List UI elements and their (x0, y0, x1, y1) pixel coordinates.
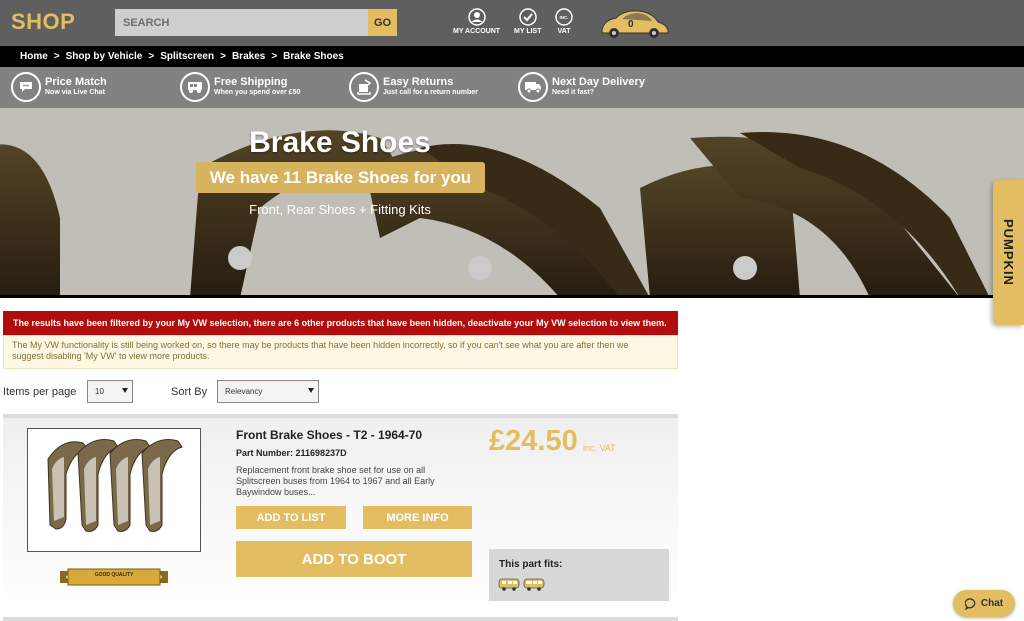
pumpkin-tab-label: PUMPKIN (1001, 219, 1016, 286)
chat-bubble-icon (11, 72, 41, 102)
part-number: Part Number: 211698237D (236, 448, 347, 458)
price-vat-suffix: inc. VAT (583, 443, 616, 453)
page-title: Brake Shoes (249, 126, 431, 159)
breadcrumb-separator: > (53, 51, 60, 62)
usp-easy-returns[interactable]: Easy Returns Just call for a return numb… (349, 72, 478, 102)
add-to-list-button[interactable]: ADD TO LIST (236, 506, 346, 529)
good-quality-badge-text: GOOD QUALITY (94, 572, 134, 578)
breadcrumb-shop-by-vehicle[interactable]: Shop by Vehicle (66, 51, 143, 62)
product-description: Replacement front brake shoe set for use… (236, 465, 435, 497)
chevron-down-icon (122, 388, 128, 393)
breadcrumb-brakes[interactable]: Brakes (232, 51, 265, 62)
items-per-page-select[interactable]: 10 (87, 380, 133, 403)
hero-subtitle: Front, Rear Shoes + Fitting Kits (249, 202, 431, 217)
add-to-boot-button[interactable]: ADD TO BOOT (236, 541, 472, 577)
part-number-label: Part Number: (236, 448, 294, 458)
usp-bar: Price Match Now via Live Chat Free Shipp… (0, 67, 1024, 108)
myvw-filter-alert: The results have been filtered by your M… (3, 311, 678, 335)
delivery-van-icon (518, 72, 548, 102)
usp-free-shipping[interactable]: Free Shipping When you spend over £50 (180, 72, 300, 102)
part-fits-label: This part fits: (499, 559, 563, 570)
shop-logo[interactable]: SHOP (11, 9, 75, 35)
usp-subtitle: Need it fast? (552, 89, 595, 96)
usp-title: Next Day Delivery (552, 76, 645, 88)
items-per-page-label: Items per page (3, 386, 77, 398)
sort-by-select[interactable]: Relevancy (217, 380, 319, 403)
chat-label: Chat (980, 598, 1004, 609)
more-info-button[interactable]: MORE INFO (363, 506, 472, 529)
sort-by-label: Sort By (171, 386, 208, 398)
part-number-value: 211698237D (295, 448, 347, 458)
boot-count: 0 (628, 19, 634, 30)
splitscreen-bus-icon[interactable] (498, 577, 520, 591)
top-header: SHOP GO MY ACCOUNT MY LIST INC. VAT 0 (0, 0, 1024, 46)
baywindow-bus-icon[interactable] (523, 577, 545, 591)
user-icon (467, 8, 486, 26)
my-list-label: MY LIST (514, 28, 542, 35)
usp-subtitle: Just call for a return number (383, 89, 478, 96)
product-price: £24.50 (489, 425, 578, 457)
breadcrumb: Home > Shop by Vehicle > Splitscreen > B… (0, 46, 1024, 67)
usp-title: Price Match (45, 76, 107, 88)
breadcrumb-splitscreen[interactable]: Splitscreen (160, 51, 214, 62)
product-title[interactable]: Front Brake Shoes - T2 - 1964-70 (236, 428, 422, 442)
van-icon (180, 72, 210, 102)
vat-icon: INC. (555, 8, 573, 26)
checkmark-icon (518, 8, 537, 26)
pumpkin-side-tab[interactable]: PUMPKIN (993, 180, 1024, 325)
part-fits-box (489, 549, 669, 601)
items-per-page-value: 10 (95, 387, 104, 396)
brake-shoes-product-image (47, 439, 183, 532)
returns-icon (349, 72, 379, 102)
info-line: suggest disabling 'My VW' to view more p… (12, 351, 210, 361)
usp-price-match[interactable]: Price Match Now via Live Chat (11, 72, 107, 102)
breadcrumb-separator: > (220, 51, 226, 62)
live-chat-button[interactable]: Chat (953, 590, 1015, 617)
usp-title: Easy Returns (383, 76, 454, 88)
product-card-divider (3, 617, 678, 621)
chevron-down-icon (308, 388, 314, 393)
breadcrumb-home[interactable]: Home (20, 51, 48, 62)
vat-label: VAT (557, 28, 571, 35)
beetle-basket-icon[interactable] (598, 8, 670, 40)
usp-subtitle: Now via Live Chat (45, 89, 105, 96)
my-account-label: MY ACCOUNT (453, 28, 501, 35)
product-image[interactable] (27, 428, 201, 552)
my-list-link[interactable]: MY LIST (514, 8, 541, 35)
product-count-pill: We have 11 Brake Shoes for you (196, 162, 485, 193)
vat-icon-text: INC. (560, 15, 569, 20)
myvw-info-notice: The My VW functionality is still being w… (3, 335, 678, 369)
chat-icon (964, 597, 976, 610)
search-go-button[interactable]: GO (368, 9, 397, 36)
category-hero-banner: Brake Shoes We have 11 Brake Shoes for y… (0, 108, 1024, 298)
breadcrumb-brake-shoes: Brake Shoes (283, 51, 344, 62)
vat-toggle[interactable]: INC. VAT (555, 8, 573, 35)
breadcrumb-separator: > (271, 51, 278, 62)
usp-subtitle: When you spend over £50 (214, 89, 301, 96)
info-line: The My VW functionality is still being w… (12, 340, 629, 350)
sort-by-value: Relevancy (225, 387, 263, 396)
search-input[interactable] (115, 9, 368, 36)
breadcrumb-separator: > (148, 51, 155, 62)
usp-next-day-delivery[interactable]: Next Day Delivery Need it fast? (518, 72, 645, 102)
usp-title: Free Shipping (214, 76, 288, 88)
my-account-link[interactable]: MY ACCOUNT (453, 8, 500, 35)
